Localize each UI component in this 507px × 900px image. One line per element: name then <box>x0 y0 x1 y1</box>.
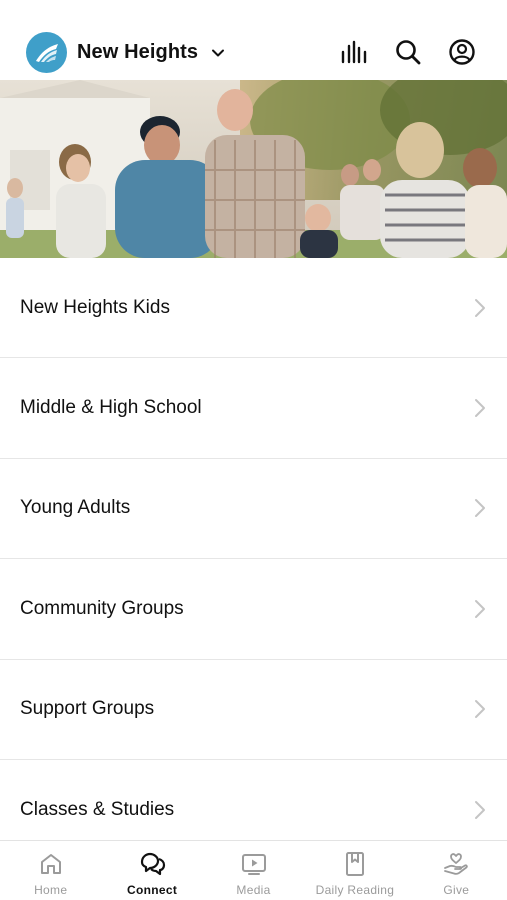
tab-home[interactable]: Home <box>0 841 101 900</box>
search-icon[interactable] <box>393 37 423 67</box>
chevron-right-icon <box>475 700 485 719</box>
menu-item-middle-high-school[interactable]: Middle & High School <box>0 358 507 459</box>
bottom-tab-bar: Home Connect Media Daily Reading Give <box>0 840 507 900</box>
menu-item-label: Young Adults <box>20 497 131 519</box>
audio-bars-icon[interactable] <box>339 37 369 67</box>
tab-give[interactable]: Give <box>406 841 507 900</box>
tab-daily-reading[interactable]: Daily Reading <box>304 841 405 900</box>
bookmark-book-icon <box>345 852 364 876</box>
chevron-down-icon <box>212 49 225 56</box>
hero-image <box>0 80 507 258</box>
church-switcher[interactable]: New Heights <box>26 32 226 73</box>
church-name: New Heights <box>77 41 199 63</box>
chevron-right-icon <box>475 801 485 820</box>
heart-hand-icon <box>444 853 469 875</box>
profile-icon[interactable] <box>447 37 477 67</box>
menu-item-community-groups[interactable]: Community Groups <box>0 559 507 660</box>
tv-play-icon <box>241 854 266 875</box>
tab-connect-label: Connect <box>127 883 178 897</box>
church-logo <box>26 32 67 73</box>
chevron-right-icon <box>475 599 485 618</box>
menu-item-young-adults[interactable]: Young Adults <box>0 459 507 560</box>
menu-item-label: Middle & High School <box>20 397 202 419</box>
chat-bubbles-icon <box>141 852 166 876</box>
tab-home-label: Home <box>34 883 68 897</box>
connect-menu: New Heights Kids Middle & High School Yo… <box>0 258 507 860</box>
chevron-right-icon <box>475 499 485 518</box>
menu-item-label: Community Groups <box>20 597 184 619</box>
app-header: New Heights <box>0 0 507 80</box>
chevron-right-icon <box>475 298 485 317</box>
tab-media[interactable]: Media <box>203 841 304 900</box>
tab-daily-reading-label: Daily Reading <box>315 883 395 897</box>
menu-item-support-groups[interactable]: Support Groups <box>0 660 507 760</box>
tab-give-label: Give <box>443 883 470 897</box>
home-icon <box>40 854 61 874</box>
menu-item-new-heights-kids[interactable]: New Heights Kids <box>0 258 507 359</box>
menu-item-label: New Heights Kids <box>20 296 170 318</box>
tab-media-label: Media <box>236 883 271 897</box>
chevron-right-icon <box>475 399 485 418</box>
menu-item-label: Classes & Studies <box>20 799 175 821</box>
menu-item-label: Support Groups <box>20 698 155 720</box>
tab-connect[interactable]: Connect <box>101 841 202 900</box>
